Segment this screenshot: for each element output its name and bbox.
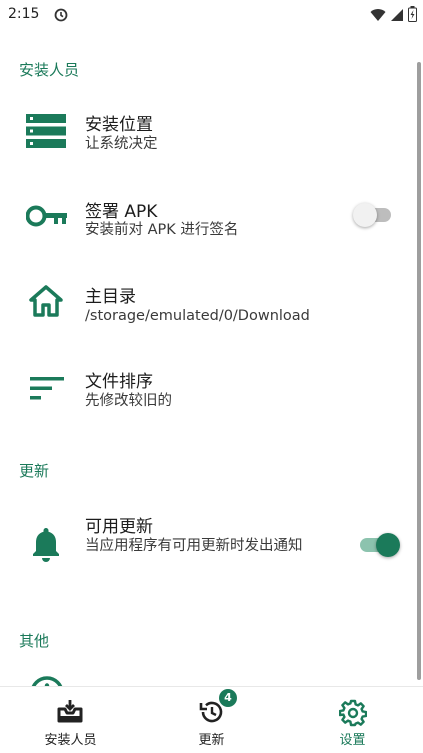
sign-apk-switch[interactable] xyxy=(353,202,393,228)
pref-title: 可用更新 xyxy=(85,517,153,537)
pref-install-location[interactable]: 安装位置 让系统决定 xyxy=(0,102,415,170)
nav-label: 设置 xyxy=(339,733,366,748)
available-updates-switch[interactable] xyxy=(360,532,402,558)
home-icon xyxy=(28,284,64,322)
pref-home-directory[interactable]: 主目录 /storage/emulated/0/Download xyxy=(0,274,415,342)
status-bar: 2:15 xyxy=(0,0,423,30)
scrollbar[interactable] xyxy=(417,62,421,680)
switch-thumb xyxy=(353,203,377,227)
nav-item-settings[interactable]: 设置 xyxy=(282,687,423,753)
section-header-updates: 更新 xyxy=(19,462,50,480)
sync-icon xyxy=(54,7,68,26)
key-icon xyxy=(25,204,68,232)
pref-about[interactable]: 关于 xyxy=(0,670,415,686)
pref-title: 安装位置 xyxy=(85,115,153,135)
bottom-navigation: 安装人员 4 更新 设置 xyxy=(0,686,423,753)
battery-icon xyxy=(408,6,417,26)
section-header-other: 其他 xyxy=(19,632,50,650)
pref-subtitle: 让系统决定 xyxy=(85,136,158,152)
info-icon xyxy=(30,676,64,686)
pref-sign-apk[interactable]: 签署 APK 安装前对 APK 进行签名 xyxy=(0,188,415,256)
pref-title: 主目录 xyxy=(85,287,136,307)
nav-item-updates[interactable]: 4 更新 xyxy=(141,687,282,753)
wifi-icon xyxy=(370,7,386,26)
pref-subtitle: 当应用程序有可用更新时发出通知 xyxy=(85,538,303,554)
pref-subtitle: /storage/emulated/0/Download xyxy=(85,308,310,324)
updates-badge: 4 xyxy=(219,689,237,707)
bell-icon xyxy=(32,526,60,566)
pref-available-updates[interactable]: 可用更新 当应用程序有可用更新时发出通知 xyxy=(0,504,415,594)
pref-subtitle: 安装前对 APK 进行签名 xyxy=(85,222,239,238)
signal-icon xyxy=(390,7,404,26)
switch-thumb xyxy=(376,533,400,557)
settings-list[interactable]: 安装人员 安装位置 让系统决定 签署 APK 安装前对 APK 进行签名 主目录… xyxy=(0,30,423,686)
nav-label: 安装人员 xyxy=(44,733,97,748)
status-time: 2:15 xyxy=(8,6,40,22)
installer-tray-icon xyxy=(56,699,84,729)
sort-icon xyxy=(30,375,64,405)
pref-subtitle: 先修改较旧的 xyxy=(85,393,172,409)
gear-icon xyxy=(338,699,368,731)
section-header-installer: 安装人员 xyxy=(19,61,80,79)
status-icons xyxy=(370,6,417,26)
nav-item-installer[interactable]: 安装人员 xyxy=(0,687,141,753)
pref-title: 文件排序 xyxy=(85,372,153,392)
storage-icon xyxy=(26,114,66,152)
nav-label: 更新 xyxy=(198,733,225,748)
pref-file-sort[interactable]: 文件排序 先修改较旧的 xyxy=(0,359,415,427)
